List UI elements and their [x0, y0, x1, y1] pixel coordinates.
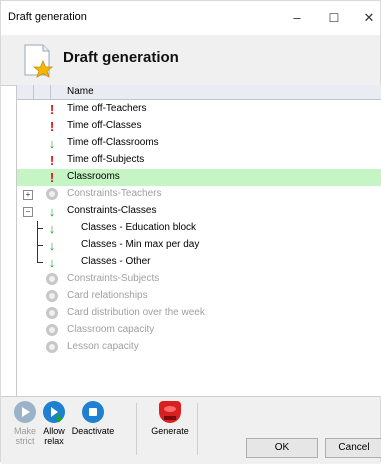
down-arrow-icon: ↓ [48, 221, 56, 236]
toolbar-separator [136, 403, 137, 455]
list-item[interactable]: ↓ Classes - Min max per day [17, 237, 381, 254]
list-item[interactable]: Card relationships [17, 288, 381, 305]
toolbar: Make strict Allow relax Deactivate Generat… [1, 396, 381, 464]
list-item-label: Classes - Other [81, 256, 151, 267]
list-item[interactable]: + Constraints-Teachers [17, 186, 381, 203]
play-icon [14, 401, 36, 423]
column-status [34, 85, 51, 99]
list-item[interactable]: ↓ Classes - Education block [17, 220, 381, 237]
list-item[interactable]: ↓ Time off-Classrooms [17, 135, 381, 152]
toolbar-separator [197, 403, 198, 455]
inactive-circle-icon [46, 188, 58, 200]
exclamation-icon: ! [49, 102, 55, 117]
expand-icon[interactable]: + [23, 190, 33, 200]
ok-button[interactable]: OK [246, 438, 318, 458]
list-item-label: Constraints-Subjects [67, 273, 160, 284]
list-item[interactable]: ! Time off-Classes [17, 118, 381, 135]
header-title: Draft generation [63, 49, 179, 66]
close-button[interactable]: ✕ [358, 7, 380, 29]
list-item[interactable]: Constraints-Subjects [17, 271, 381, 288]
column-name[interactable]: Name [67, 86, 94, 97]
list-item-label: Time off-Teachers [67, 103, 147, 114]
down-arrow-icon: ↓ [48, 255, 56, 270]
list-item-selected[interactable]: ! Classrooms [17, 169, 381, 186]
inactive-circle-icon [46, 307, 58, 319]
column-expander [17, 85, 34, 99]
exclamation-icon: ! [49, 119, 55, 134]
collapse-icon[interactable]: − [23, 207, 33, 217]
list-item-label: Classroom capacity [67, 324, 155, 335]
allow-relax-label-line1: Allow [43, 426, 65, 436]
down-arrow-icon: ↓ [48, 136, 56, 151]
list-item-label: Classrooms [67, 171, 120, 182]
cancel-button[interactable]: Cancel [325, 438, 381, 458]
minimize-button[interactable]: – [286, 7, 308, 29]
constraints-grid: Name ! Time off-Teachers ! Time off-Clas… [16, 85, 381, 396]
inactive-circle-icon [46, 341, 58, 353]
list-item-label: Time off-Subjects [67, 154, 145, 165]
window-title: Draft generation [8, 11, 87, 23]
list-item-label: Constraints-Classes [67, 205, 157, 216]
play-down-icon [43, 401, 65, 423]
inactive-circle-icon [46, 273, 58, 285]
list-item[interactable]: ! Time off-Teachers [17, 101, 381, 118]
exclamation-icon: ! [49, 153, 55, 168]
dialog-window: Draft generation – ☐ ✕ Draft generation … [0, 0, 381, 464]
list-item[interactable]: Lesson capacity [17, 339, 381, 356]
inactive-circle-icon [46, 290, 58, 302]
exclamation-icon: ! [49, 170, 55, 185]
inactive-circle-icon [46, 324, 58, 336]
deactivate-button[interactable]: Deactivate [65, 401, 121, 436]
list-item-label: Constraints-Teachers [67, 188, 162, 199]
list-item-label: Card relationships [67, 290, 148, 301]
generate-icon [159, 401, 181, 423]
generate-label: Generate [151, 426, 189, 436]
list-item-label: Time off-Classrooms [67, 137, 159, 148]
make-strict-label-line1: Make [13, 426, 36, 436]
list-item-label: Classes - Education block [81, 222, 197, 233]
document-star-icon [24, 44, 54, 78]
allow-relax-label-line2: relax [44, 436, 64, 446]
list-item-label: Time off-Classes [67, 120, 142, 131]
list-item-label: Lesson capacity [67, 341, 139, 352]
list-item-label: Classes - Min max per day [81, 239, 200, 250]
deactivate-label: Deactivate [71, 426, 115, 436]
down-arrow-icon: ↓ [48, 238, 56, 253]
list-item[interactable]: − ↓ Constraints-Classes [17, 203, 381, 220]
dialog-header: Draft generation [1, 35, 380, 86]
stop-icon [82, 401, 104, 423]
down-arrow-icon: ↓ [48, 204, 56, 219]
list-item[interactable]: ↓ Classes - Other [17, 254, 381, 271]
list-item[interactable]: ! Time off-Subjects [17, 152, 381, 169]
title-bar: Draft generation – ☐ ✕ [1, 1, 380, 35]
grid-column-header: Name [17, 85, 381, 100]
maximize-button[interactable]: ☐ [323, 7, 345, 29]
generate-button[interactable]: Generate [147, 401, 193, 436]
make-strict-label-line2: strict [15, 436, 35, 446]
list-item[interactable]: Classroom capacity [17, 322, 381, 339]
list-item-label: Card distribution over the week [67, 307, 205, 318]
list-item[interactable]: Card distribution over the week [17, 305, 381, 322]
